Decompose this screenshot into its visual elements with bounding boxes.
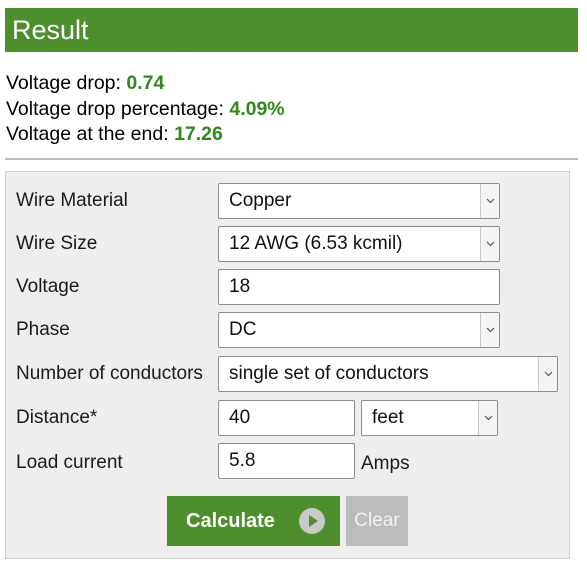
voltage-value: 18	[229, 276, 251, 297]
chevron-down-icon	[480, 227, 499, 261]
load-current-input[interactable]: 5.8	[218, 443, 355, 479]
voltage-drop-value: 0.74	[126, 72, 165, 94]
result-divider	[5, 158, 578, 160]
distance-value: 40	[229, 407, 251, 428]
voltage-at-end-label: Voltage at the end:	[6, 123, 175, 145]
wire-size-select[interactable]: 12 AWG (6.53 kcmil)	[218, 226, 500, 262]
calculate-button[interactable]: Calculate	[167, 496, 340, 546]
distance-unit-select[interactable]: feet	[361, 400, 498, 436]
conductors-value: single set of conductors	[229, 363, 429, 384]
voltage-label: Voltage	[16, 276, 80, 297]
phase-label: Phase	[16, 319, 70, 340]
chevron-down-icon	[480, 184, 499, 218]
wire-material-label: Wire Material	[16, 190, 128, 211]
voltage-at-end-value: 17.26	[174, 123, 223, 145]
voltage-drop-percentage-label: Voltage drop percentage:	[6, 97, 230, 120]
clear-button[interactable]: Clear	[346, 496, 408, 546]
load-current-label: Load current	[16, 452, 123, 473]
chevron-down-icon	[478, 401, 497, 435]
phase-value: DC	[229, 319, 257, 340]
distance-unit-value: feet	[372, 407, 404, 428]
voltage-drop-line: Voltage drop: 0.74	[6, 71, 285, 97]
voltage-at-end-line: Voltage at the end: 17.26	[6, 122, 285, 148]
result-header: Result	[5, 8, 578, 52]
chevron-down-icon	[480, 313, 499, 347]
distance-input[interactable]: 40	[218, 400, 355, 436]
wire-size-value: 12 AWG (6.53 kcmil)	[229, 233, 403, 254]
play-circle-icon	[299, 508, 325, 534]
load-current-value: 5.8	[229, 450, 256, 471]
wire-material-select[interactable]: Copper	[218, 183, 500, 219]
wire-size-label: Wire Size	[16, 233, 98, 254]
conductors-select[interactable]: single set of conductors	[218, 356, 558, 392]
result-lines: Voltage drop: 0.74 Voltage drop percenta…	[6, 71, 285, 148]
chevron-down-icon	[538, 357, 557, 391]
phase-select[interactable]: DC	[218, 312, 500, 348]
voltage-input[interactable]: 18	[218, 269, 500, 305]
voltage-drop-label: Voltage drop:	[6, 72, 127, 94]
wire-material-value: Copper	[229, 190, 292, 211]
voltage-drop-percentage-line: Voltage drop percentage: 4.09%	[6, 97, 285, 123]
calculate-button-label: Calculate	[186, 509, 275, 532]
distance-label: Distance*	[16, 407, 98, 428]
conductors-label: Number of conductors	[16, 363, 203, 384]
load-current-unit: Amps	[361, 453, 410, 474]
voltage-drop-percentage-value: 4.09%	[229, 97, 285, 120]
voltage-drop-calculator: Result Voltage drop: 0.74 Voltage drop p…	[0, 0, 587, 566]
